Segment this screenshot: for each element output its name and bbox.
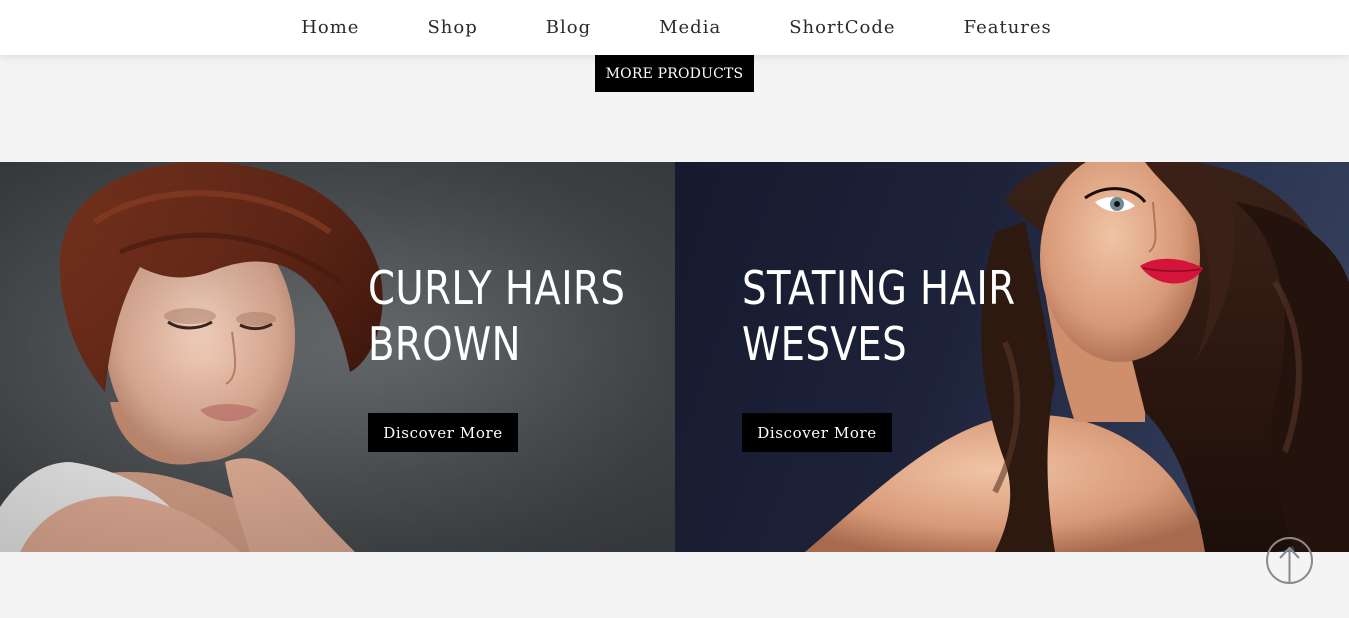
banner-title-line2: BROWN [368,317,521,371]
nav-item-home[interactable]: Home [267,0,393,55]
main-navigation: Home Shop Blog Media ShortCode Features [0,0,1349,55]
banner-title-line1: STATING HAIR [742,261,1016,315]
nav-item-blog[interactable]: Blog [512,0,625,55]
banner-title-stating-hair: STATING HAIR WESVES [742,260,1015,372]
banner-curly-hairs: CURLY HAIRS BROWN Discover More [0,162,675,552]
banner-stating-hair: STATING HAIR WESVES Discover More [675,162,1349,552]
banner-title-curly-hairs: CURLY HAIRS BROWN [368,260,625,372]
nav-item-shop[interactable]: Shop [393,0,511,55]
more-products-button[interactable]: MORE PRODUCTS [595,55,754,92]
nav-item-media[interactable]: Media [625,0,755,55]
nav-menu: Home Shop Blog Media ShortCode Features [0,0,1349,55]
banner-title-line2: WESVES [742,317,908,371]
discover-more-button-left[interactable]: Discover More [368,413,518,452]
nav-item-features[interactable]: Features [930,0,1086,55]
arrow-up-circle-icon [1266,537,1313,584]
nav-item-shortcode[interactable]: ShortCode [755,0,929,55]
scroll-to-top-button[interactable] [1265,536,1314,585]
discover-more-button-right[interactable]: Discover More [742,413,892,452]
banner-title-line1: CURLY HAIRS [368,261,626,315]
